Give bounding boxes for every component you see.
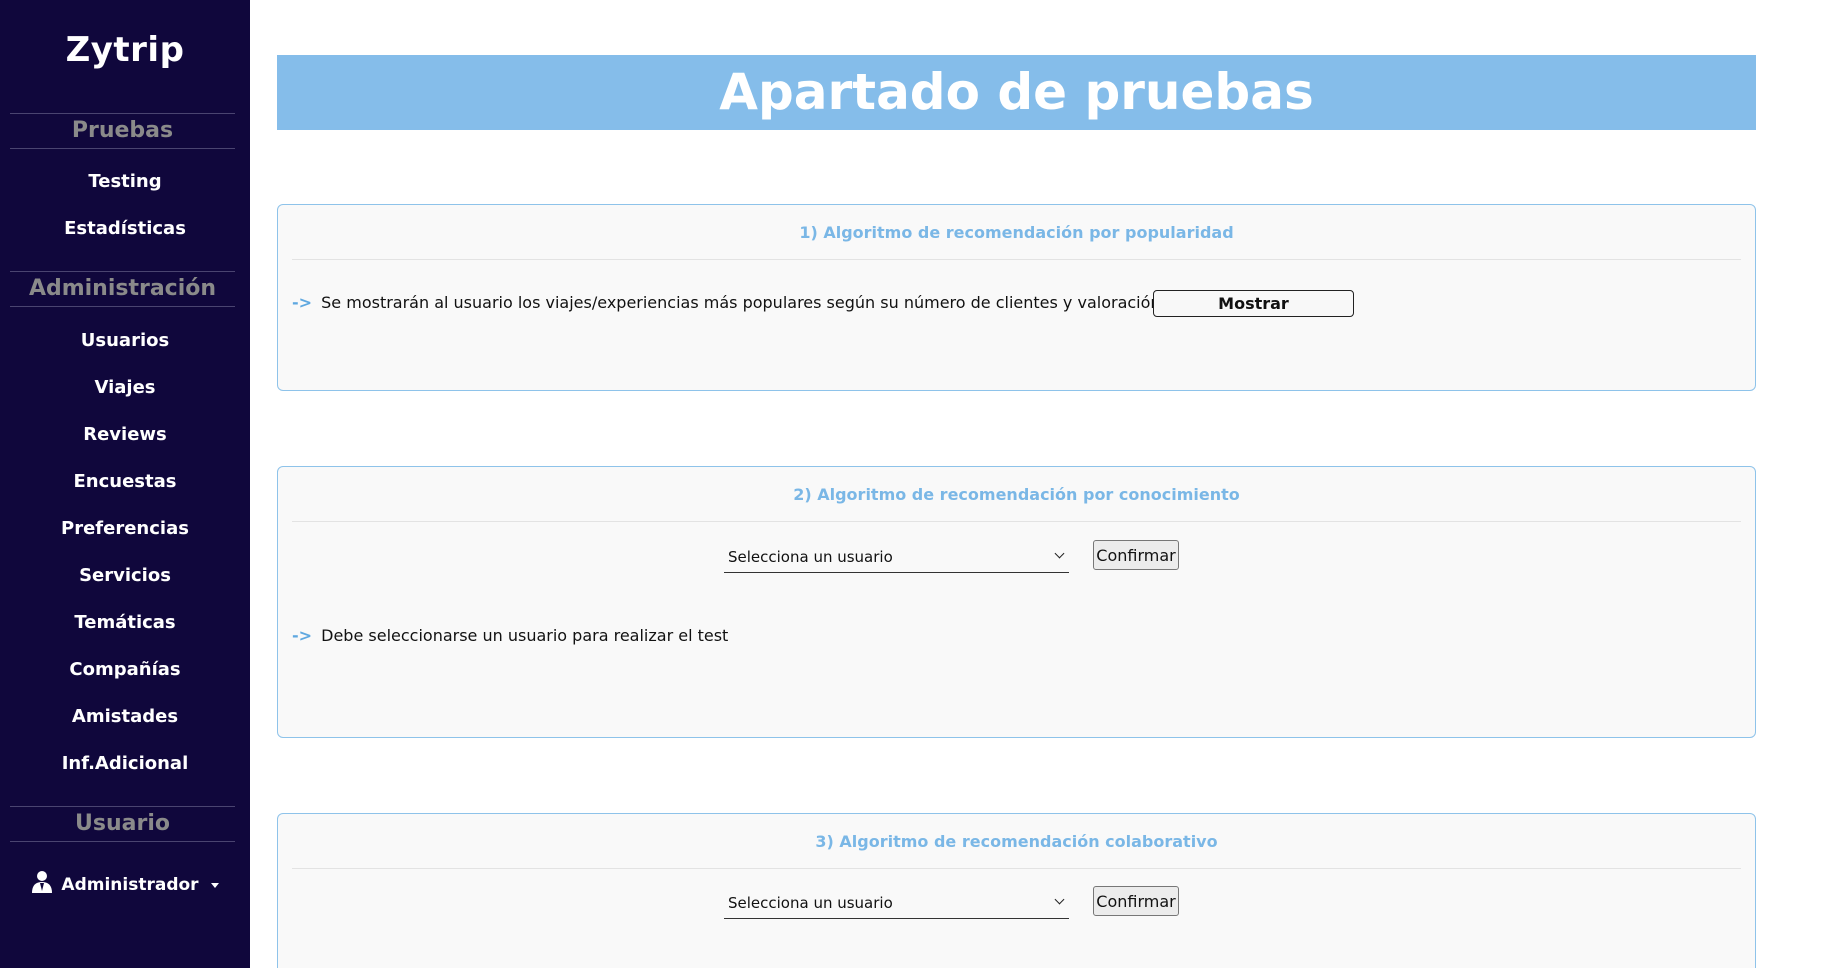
popularidad-description: -> Se mostrarán al usuario los viajes/ex… [292, 293, 1166, 312]
usuario-select-colaborativo[interactable]: Selecciona un usuario [724, 887, 1069, 919]
card-title-conocimiento: 2) Algoritmo de recomendación por conoci… [292, 467, 1741, 522]
sidebar-item-inf-adicional[interactable]: Inf.Adicional [0, 753, 250, 774]
user-menu-toggle[interactable]: Administrador [0, 870, 250, 899]
conocimiento-message-text: Debe seleccionarse un usuario para reali… [321, 626, 729, 645]
sidebar-item-preferencias[interactable]: Preferencias [0, 518, 250, 539]
confirmar-button-colaborativo[interactable]: Confirmar [1093, 886, 1179, 916]
section-header-usuario: Usuario [10, 806, 235, 842]
user-icon [31, 870, 53, 899]
card-conocimiento: 2) Algoritmo de recomendación por conoci… [277, 466, 1756, 738]
caret-down-icon [210, 883, 219, 888]
app-root: Zytrip Pruebas Testing Estadísticas Admi… [0, 0, 1848, 968]
sidebar-item-companias[interactable]: Compañías [0, 659, 250, 680]
sidebar-item-amistades[interactable]: Amistades [0, 706, 250, 727]
card-title-colaborativo: 3) Algoritmo de recomendación colaborati… [292, 814, 1741, 869]
conocimiento-message: -> Debe seleccionarse un usuario para re… [292, 626, 728, 645]
page-title-banner: Apartado de pruebas [277, 55, 1756, 130]
select-value: Selecciona un usuario [728, 547, 893, 566]
popularidad-description-text: Se mostrarán al usuario los viajes/exper… [321, 293, 1166, 312]
user-menu-label: Administrador [61, 874, 199, 895]
usuario-select-conocimiento[interactable]: Selecciona un usuario [724, 541, 1069, 573]
arrow-indicator: -> [292, 626, 313, 645]
section-header-pruebas: Pruebas [10, 113, 235, 149]
chevron-down-icon [1054, 894, 1065, 905]
sidebar-item-reviews[interactable]: Reviews [0, 424, 250, 445]
sidebar-item-servicios[interactable]: Servicios [0, 565, 250, 586]
card-popularidad: 1) Algoritmo de recomendación por popula… [277, 204, 1756, 391]
brand-logo[interactable]: Zytrip [0, 30, 250, 70]
card-title-popularidad: 1) Algoritmo de recomendación por popula… [292, 205, 1741, 260]
section-header-administracion: Administración [10, 271, 235, 307]
sidebar-item-usuarios[interactable]: Usuarios [0, 330, 250, 351]
sidebar-item-testing[interactable]: Testing [0, 171, 250, 192]
card-colaborativo: 3) Algoritmo de recomendación colaborati… [277, 813, 1756, 968]
select-value: Selecciona un usuario [728, 893, 893, 912]
sidebar-item-estadisticas[interactable]: Estadísticas [0, 218, 250, 239]
mostrar-button[interactable]: Mostrar [1153, 290, 1354, 317]
sidebar-item-encuestas[interactable]: Encuestas [0, 471, 250, 492]
confirmar-button-conocimiento[interactable]: Confirmar [1093, 540, 1179, 570]
arrow-indicator: -> [292, 293, 313, 312]
sidebar: Zytrip Pruebas Testing Estadísticas Admi… [0, 0, 250, 968]
chevron-down-icon [1054, 548, 1065, 559]
sidebar-item-viajes[interactable]: Viajes [0, 377, 250, 398]
sidebar-item-tematicas[interactable]: Temáticas [0, 612, 250, 633]
